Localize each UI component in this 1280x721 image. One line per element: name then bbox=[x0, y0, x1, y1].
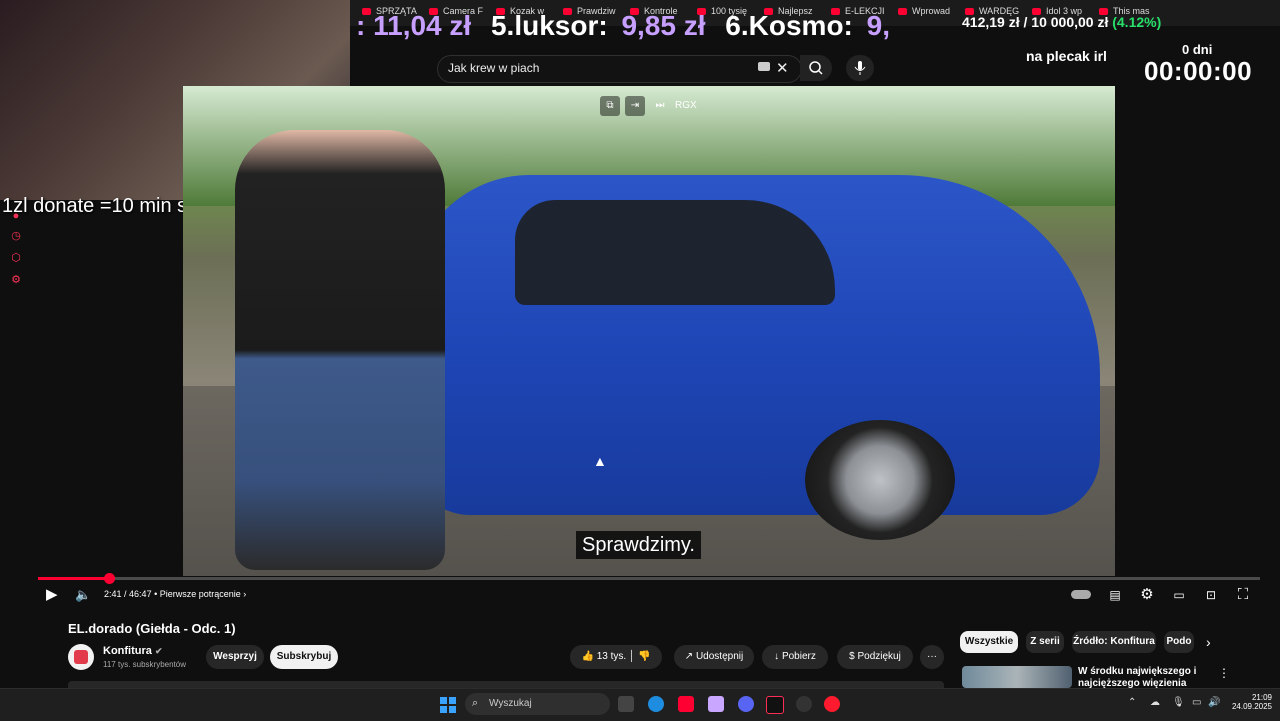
chip-all[interactable]: Wszystkie bbox=[960, 631, 1018, 653]
keyboard-icon[interactable] bbox=[758, 62, 770, 71]
miniplayer-icon[interactable]: ⧉ bbox=[600, 96, 620, 116]
sidebar-extension-icon[interactable]: ⬡ bbox=[10, 252, 22, 264]
discord-icon[interactable] bbox=[738, 696, 754, 712]
autoplay-toggle[interactable] bbox=[1070, 586, 1092, 604]
like-button[interactable]: 👍 13 tys. │ 👎 bbox=[570, 645, 662, 669]
progress-bar-fill bbox=[38, 577, 109, 580]
channel-logo-icon bbox=[74, 650, 88, 664]
taskbar-search-icon: ⌕ bbox=[472, 697, 479, 709]
obs-icon[interactable] bbox=[796, 696, 812, 712]
ticker-item-1: : 11,04 zł bbox=[356, 10, 472, 41]
video-car-window bbox=[515, 200, 835, 305]
taskbar-search[interactable] bbox=[465, 693, 610, 715]
network-icon[interactable]: ▭ bbox=[1192, 697, 1201, 708]
clear-search-icon[interactable]: ✕ bbox=[776, 59, 789, 77]
mouse-cursor-icon: ▲ bbox=[593, 453, 607, 469]
donation-goal: 412,19 zł / 10 000,00 zł (4.12%) bbox=[962, 14, 1162, 30]
chip-source[interactable]: Źródło: Konfitura bbox=[1072, 631, 1156, 653]
search-button[interactable] bbox=[800, 55, 832, 81]
edge-browser-icon[interactable] bbox=[648, 696, 664, 712]
time-display: 2:41 / 46:47 • Pierwsze potrącenie › bbox=[104, 589, 247, 599]
subtitles-icon[interactable]: ▤ bbox=[1106, 586, 1124, 604]
search-input[interactable]: Jak krew w piach bbox=[448, 61, 539, 75]
subscriber-count: 117 tys. subskrybentów bbox=[103, 660, 187, 669]
share-button[interactable]: ↗ Udostępnij bbox=[674, 645, 754, 669]
progress-scrubber[interactable] bbox=[104, 573, 115, 584]
cloud-icon[interactable]: ☁ bbox=[1150, 697, 1160, 708]
overlay-buttons: ⧉ ⇥ ⏭ RGX bbox=[600, 95, 702, 116]
tiktok-icon[interactable] bbox=[766, 696, 784, 714]
thanks-icon: $ bbox=[849, 651, 855, 662]
volume-button[interactable]: 🔈 bbox=[75, 586, 91, 604]
more-actions-button[interactable]: ··· bbox=[920, 645, 944, 669]
exit-icon[interactable]: ⇥ bbox=[625, 96, 645, 116]
taskbar bbox=[0, 688, 1280, 721]
thanks-button[interactable]: $ Podziękuj bbox=[837, 645, 913, 669]
theater-mode-icon[interactable]: ▭ bbox=[1170, 586, 1188, 604]
taskbar-search-input[interactable]: Wyszukaj bbox=[489, 698, 532, 709]
skip-icon[interactable]: ⏭ bbox=[650, 96, 670, 116]
thumbs-up-icon: 👍 bbox=[581, 651, 594, 662]
progress-bar[interactable] bbox=[38, 577, 1260, 580]
overlay-label: RGX bbox=[675, 100, 697, 111]
thumbs-down-icon[interactable]: 👎 bbox=[638, 651, 650, 662]
tray-chevron-icon[interactable]: ⌃ bbox=[1128, 697, 1136, 708]
subscribe-button[interactable]: Subskrybuj bbox=[270, 645, 338, 669]
download-icon: ↓ bbox=[774, 651, 780, 662]
days-counter: 0 dni bbox=[1182, 42, 1213, 57]
verified-icon: ✔ bbox=[154, 646, 163, 656]
video-subtitle: Sprawdzimy. bbox=[576, 531, 701, 559]
mic-icon bbox=[854, 61, 866, 75]
youtube-icon[interactable] bbox=[678, 696, 694, 712]
tray-mic-icon[interactable]: 🎙 bbox=[1172, 697, 1185, 708]
recommendation-menu-icon[interactable]: ⋮ bbox=[1218, 666, 1230, 680]
channel-name[interactable]: Konfitura ✔ bbox=[103, 645, 163, 657]
donation-ticker: : 11,04 zł 5.luksor: 9,85 zł 6.Kosmo: 9, bbox=[350, 10, 930, 46]
video-title: EL.dorado (Giełda - Odc. 1) bbox=[68, 621, 236, 636]
plecak-label: na plecak irl bbox=[1026, 48, 1107, 64]
download-button[interactable]: ↓ Pobierz bbox=[762, 645, 828, 669]
chevron-right-icon[interactable]: › bbox=[1206, 634, 1211, 650]
task-view-icon[interactable] bbox=[618, 696, 634, 712]
search-icon bbox=[809, 61, 823, 75]
settings-icon[interactable]: ⚙ bbox=[1138, 586, 1156, 604]
recommendation-title[interactable]: W środku największego i najcięższego wię… bbox=[1078, 666, 1218, 688]
voice-search-button[interactable] bbox=[846, 55, 874, 81]
app-icon[interactable] bbox=[708, 696, 724, 712]
taskbar-clock[interactable]: 21:09 24.09.2025 bbox=[1228, 693, 1272, 711]
opera-gx-icon[interactable] bbox=[824, 696, 840, 712]
windows-start-icon[interactable] bbox=[440, 697, 456, 713]
speaker-icon[interactable]: 🔊 bbox=[1208, 697, 1220, 708]
play-button[interactable]: ▶ bbox=[46, 586, 58, 604]
description-box[interactable] bbox=[68, 681, 944, 688]
sidebar-history-icon[interactable]: ◷ bbox=[10, 230, 22, 242]
chip-series[interactable]: Z serii bbox=[1026, 631, 1064, 653]
chip-similar[interactable]: Podo bbox=[1164, 631, 1194, 653]
stream-timer: 00:00:00 bbox=[1144, 56, 1253, 86]
sidebar-settings-icon[interactable]: ⚙ bbox=[10, 274, 22, 286]
video-person bbox=[235, 130, 445, 570]
share-icon: ↗ bbox=[684, 651, 694, 662]
fullscreen-icon[interactable]: ⛶ bbox=[1234, 586, 1252, 604]
video-car-wheel bbox=[805, 420, 955, 540]
ticker-item-2: 5.luksor: 9,85 zł bbox=[490, 10, 706, 41]
recommendation-thumbnail[interactable] bbox=[962, 666, 1072, 688]
cast-icon[interactable]: ⊡ bbox=[1202, 586, 1220, 604]
sidebar-home-icon[interactable]: ● bbox=[10, 210, 22, 222]
support-button[interactable]: Wesprzyj bbox=[206, 645, 264, 669]
ticker-item-3: 6.Kosmo: 9, bbox=[725, 10, 891, 41]
